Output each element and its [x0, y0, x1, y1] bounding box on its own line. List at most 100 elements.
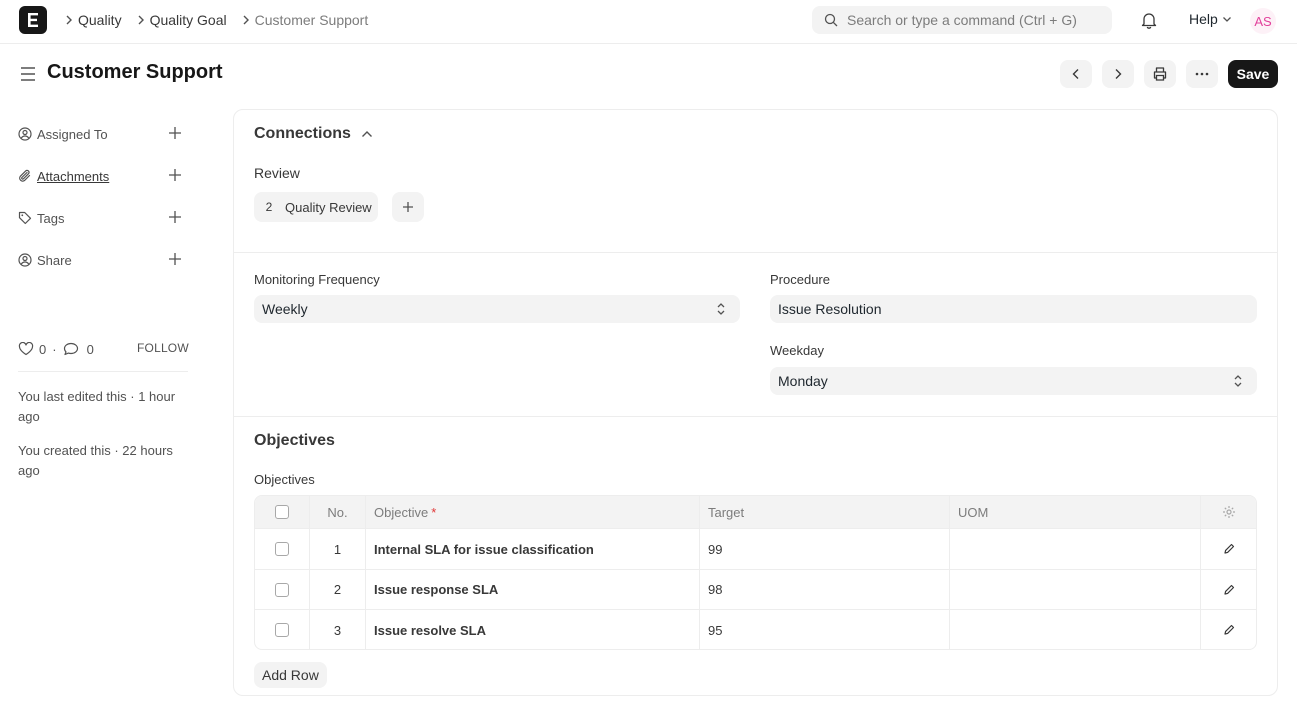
printer-icon [1153, 67, 1167, 81]
add-share-icon[interactable] [168, 252, 182, 266]
chevron-right-icon [60, 15, 78, 25]
save-button[interactable]: Save [1228, 60, 1278, 88]
row-check-cell [255, 610, 310, 649]
row-edit-cell [1201, 610, 1256, 649]
comments-count: 0 [86, 341, 94, 357]
app-logo[interactable] [19, 6, 47, 34]
sidebar-item-assigned-to[interactable]: Assigned To [18, 124, 188, 144]
next-record-button[interactable] [1102, 60, 1134, 88]
pencil-edit-icon[interactable] [1223, 584, 1235, 596]
print-button[interactable] [1144, 60, 1176, 88]
form-card: Connections Review 2 Quality Review Moni… [233, 109, 1278, 696]
sidebar-toggle-icon[interactable] [19, 66, 37, 82]
tag-icon [18, 211, 32, 225]
paperclip-icon [18, 169, 32, 183]
breadcrumb-quality-goal[interactable]: Quality Goal [150, 12, 231, 28]
sidebar-item-tags[interactable]: Tags [18, 208, 188, 228]
column-settings-cell [1201, 496, 1256, 528]
last-edited-info: You last edited this · 1 hour ago [18, 389, 176, 424]
row-check-cell [255, 529, 310, 569]
table-row[interactable]: 2 Issue response SLA 98 [255, 569, 1256, 609]
table-row[interactable]: 1 Internal SLA for issue classification … [255, 528, 1256, 569]
share-user-icon [18, 253, 32, 267]
weekday-value: Monday [778, 373, 828, 389]
objectives-section-title: Objectives [254, 432, 335, 449]
weekday-select[interactable]: Monday [770, 367, 1257, 395]
sidebar-item-label: Attachments [37, 168, 110, 184]
column-header-no: No. [310, 496, 366, 528]
breadcrumb-quality[interactable]: Quality [78, 12, 126, 28]
quality-review-link[interactable]: 2 Quality Review [254, 192, 378, 222]
chevron-left-icon [1072, 69, 1079, 79]
row-target[interactable]: 95 [700, 610, 950, 649]
required-mark: * [431, 504, 437, 520]
column-header-uom: UOM [950, 496, 1201, 528]
row-uom[interactable] [950, 610, 1201, 649]
sidebar-item-label: Tags [37, 210, 65, 226]
select-all-checkbox[interactable] [275, 505, 289, 519]
row-uom[interactable] [950, 529, 1201, 569]
pencil-edit-icon[interactable] [1223, 624, 1235, 636]
row-objective[interactable]: Internal SLA for issue classification [366, 529, 700, 569]
row-checkbox[interactable] [275, 582, 289, 597]
chevron-right-icon [1115, 69, 1122, 79]
chevron-down-icon [1222, 15, 1232, 23]
row-objective[interactable]: Issue resolve SLA [366, 610, 700, 649]
row-number: 3 [310, 610, 366, 649]
row-checkbox[interactable] [275, 542, 289, 556]
user-avatar[interactable]: AS [1250, 8, 1276, 34]
user-assign-icon [18, 127, 32, 141]
section-divider [234, 416, 1277, 417]
procedure-label: Procedure [770, 272, 830, 287]
breadcrumb-current[interactable]: Customer Support [255, 12, 373, 28]
add-attachment-icon[interactable] [168, 168, 182, 182]
row-edit-cell [1201, 570, 1256, 609]
navbar: Quality Quality Goal Customer Support Se… [0, 0, 1297, 44]
add-tag-icon[interactable] [168, 210, 182, 224]
procedure-input[interactable]: Issue Resolution [770, 295, 1257, 323]
row-check-cell [255, 570, 310, 609]
comment-icon[interactable] [63, 342, 79, 356]
objectives-table: No. Objective * Target UOM 1 Internal SL… [254, 495, 1257, 650]
page-title: Customer Support [47, 61, 223, 83]
add-assignee-icon[interactable] [168, 126, 182, 140]
add-quality-review-button[interactable] [392, 192, 424, 222]
notifications-bell-icon[interactable] [1141, 11, 1157, 29]
row-uom[interactable] [950, 570, 1201, 609]
heart-icon[interactable] [18, 342, 34, 356]
monitoring-frequency-select[interactable]: Weekly [254, 295, 740, 323]
procedure-value: Issue Resolution [778, 301, 882, 317]
created-info: You created this · 22 hours ago [18, 443, 173, 478]
table-row[interactable]: 3 Issue resolve SLA 95 [255, 609, 1256, 649]
plus-icon [403, 202, 413, 212]
follow-button[interactable]: FOLLOW [137, 339, 189, 357]
help-label: Help [1189, 11, 1218, 27]
row-objective[interactable]: Issue response SLA [366, 570, 700, 609]
help-dropdown[interactable]: Help [1189, 11, 1232, 27]
row-target[interactable]: 99 [700, 529, 950, 569]
objectives-table-label: Objectives [254, 472, 315, 487]
quality-review-label: Quality Review [285, 199, 372, 215]
sidebar-item-attachments[interactable]: Attachments [18, 166, 188, 186]
pencil-edit-icon[interactable] [1223, 543, 1235, 555]
section-divider [234, 252, 1277, 253]
gear-icon[interactable] [1222, 505, 1236, 519]
row-target[interactable]: 98 [700, 570, 950, 609]
add-row-button[interactable]: Add Row [254, 662, 327, 688]
sidebar-item-label: Share [37, 252, 72, 268]
row-checkbox[interactable] [275, 623, 289, 637]
sidebar-item-share[interactable]: Share [18, 250, 188, 270]
sidebar-divider [18, 371, 188, 372]
chevron-right-icon [237, 15, 255, 25]
connections-title: Connections [254, 125, 351, 142]
chevron-up-down-icon [1233, 374, 1243, 388]
search-icon [824, 13, 838, 27]
table-header: No. Objective * Target UOM [255, 496, 1256, 528]
connections-section-header[interactable]: Connections [254, 125, 373, 143]
column-header-objective: Objective * [366, 496, 700, 528]
review-count-badge: 2 [265, 200, 273, 214]
search-bar[interactable]: Search or type a command (Ctrl + G) [812, 6, 1112, 34]
previous-record-button[interactable] [1060, 60, 1092, 88]
more-actions-button[interactable] [1186, 60, 1218, 88]
chevron-right-icon [132, 15, 150, 25]
